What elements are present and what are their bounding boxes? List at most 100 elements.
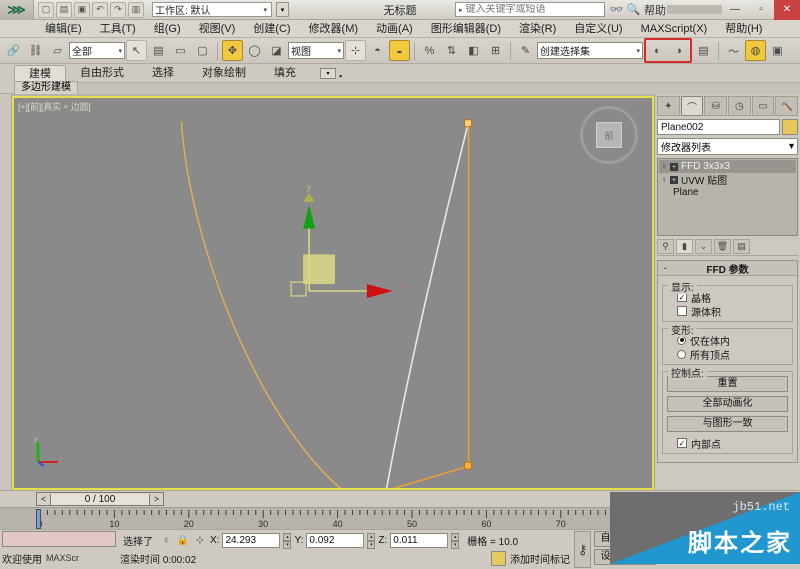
modifier-list-dropdown[interactable]: 修改器列表 ▾ — [657, 138, 798, 155]
bind-to-space-warp-button[interactable]: ▱ — [47, 40, 68, 61]
select-and-move-button[interactable]: ✥ — [222, 40, 243, 61]
menu-item-create[interactable]: 创建(C) — [244, 20, 299, 38]
absolute-relative-toggle-icon[interactable]: ⊹ — [193, 535, 207, 546]
source-volume-checkbox[interactable] — [677, 306, 687, 316]
time-slider[interactable]: < 0 / 100 > — [36, 492, 164, 506]
modifier-stack-item-uvw[interactable]: ♀ + UVW 贴图 — [659, 173, 796, 187]
expand-icon[interactable]: + — [670, 162, 678, 171]
help-menu-label[interactable]: 帮助 — [642, 2, 666, 18]
object-name-field[interactable]: Plane002 — [657, 119, 780, 135]
show-end-result-button[interactable]: ▮ — [676, 239, 693, 254]
workspace-selector[interactable]: 工作区: 默认 ▾ — [152, 2, 272, 17]
search-icon[interactable]: 🔍 — [625, 3, 642, 16]
ribbon-tab-selection[interactable]: 选择 — [138, 65, 188, 81]
maxscript-listener-input[interactable] — [2, 531, 116, 547]
expand-icon[interactable]: + — [670, 175, 678, 184]
view-cube[interactable]: 前 — [580, 106, 638, 164]
animate-all-button[interactable]: 全部动画化 — [667, 396, 788, 412]
select-by-name-button[interactable]: ▤ — [148, 40, 169, 61]
select-and-scale-button[interactable]: ◪ — [266, 40, 287, 61]
modifier-stack-item-ffd[interactable]: ♀ + FFD 3x3x3 — [659, 160, 796, 173]
next-frame-button[interactable]: > — [150, 494, 163, 504]
tab-hierarchy[interactable]: ⛁ — [704, 96, 728, 116]
selection-filter-dropdown[interactable]: 全部 ▾ — [69, 42, 125, 59]
y-spinner[interactable]: ▴ ▾ — [367, 532, 376, 549]
ribbon-tab-modeling[interactable]: 建模 — [14, 65, 66, 81]
ffd-rollout-header[interactable]: - FFD 参数 — [658, 261, 797, 276]
ribbon-subtab-polygon-modeling[interactable]: 多边形建模 — [14, 81, 78, 94]
all-vertices-radio-row[interactable]: 所有顶点 — [667, 347, 788, 362]
layer-manager-button[interactable]: ▤ — [693, 40, 714, 61]
binoculars-icon[interactable]: 👓 — [608, 3, 625, 16]
all-vertices-radio[interactable] — [677, 349, 686, 359]
menu-item-customize[interactable]: 自定义(U) — [565, 20, 631, 38]
undo-button[interactable]: ↶ — [92, 1, 108, 18]
tab-motion[interactable]: ◷ — [728, 96, 751, 116]
ribbon-tab-populate[interactable]: 填充 — [260, 65, 310, 81]
modifier-stack-item-plane[interactable]: Plane — [659, 186, 796, 199]
auto-key-button[interactable]: 自动关键点 — [594, 531, 657, 547]
time-slider-handle[interactable] — [36, 509, 41, 529]
add-time-tag-label[interactable]: 添加时间标记 — [510, 551, 570, 566]
percent-snap-button[interactable]: % — [419, 40, 440, 61]
tab-modify[interactable]: ⌒ — [680, 96, 704, 116]
material-editor-button[interactable]: ◍ — [745, 40, 766, 61]
menu-item-tools[interactable]: 工具(T) — [91, 20, 145, 38]
redo-button[interactable]: ↷ — [110, 1, 126, 18]
track-bar[interactable]: 0102030405060708090100 — [0, 507, 800, 529]
use-pivot-center-button[interactable]: ⊹ — [345, 40, 366, 61]
mirror-button[interactable]: ◧ — [463, 40, 484, 61]
open-file-button[interactable]: ▤ — [56, 1, 72, 18]
y-coordinate-field[interactable]: 0.092 — [306, 532, 365, 548]
menu-item-views[interactable]: 视图(V) — [190, 20, 245, 38]
menu-item-help[interactable]: 帮助(H) — [716, 20, 771, 38]
search-box[interactable]: ▸ — [455, 2, 605, 17]
tab-utilities[interactable]: 🔨 — [775, 96, 799, 116]
menu-item-edit[interactable]: 编辑(E) — [36, 20, 91, 38]
workspace-dropdown-button[interactable]: ▾ — [276, 2, 289, 17]
snap-toggle-button[interactable]: ◓ — [367, 40, 388, 61]
menu-item-graph-editors[interactable]: 图形编辑器(D) — [422, 20, 510, 38]
angle-snap-button[interactable]: ◒ — [389, 40, 410, 61]
menu-item-modifiers[interactable]: 修改器(M) — [300, 20, 368, 38]
x-spinner[interactable]: ▴ ▾ — [283, 532, 292, 549]
ribbon-more-button[interactable]: ▾ — [320, 68, 336, 79]
remove-modifier-button[interactable]: 🗑 — [714, 239, 731, 254]
search-input[interactable] — [465, 4, 604, 15]
curve-editor-button[interactable]: 〜 — [723, 40, 744, 61]
x-coordinate-field[interactable]: 24.293 — [222, 532, 281, 548]
tab-display[interactable]: ▭ — [751, 96, 775, 116]
interior-points-checkbox-row[interactable]: ✓ 内部点 — [667, 436, 788, 451]
key-mode-toggle-button[interactable]: ⚷ — [574, 531, 592, 568]
lock-selection-icon[interactable]: 🔒 — [176, 535, 190, 546]
close-button[interactable]: ✕ — [774, 0, 800, 20]
minimize-button[interactable]: — — [722, 0, 748, 20]
menu-item-animation[interactable]: 动画(A) — [367, 20, 422, 38]
configure-modifier-sets-button[interactable]: ▤ — [733, 239, 750, 254]
make-unique-button[interactable]: ⌄ — [695, 239, 712, 254]
set-key-button[interactable]: 设置关键点 — [594, 549, 657, 565]
modifier-stack[interactable]: ♀ + FFD 3x3x3 ♀ + UVW 贴图 Plane — [657, 158, 798, 236]
edit-named-selection-sets-button[interactable]: ✎ — [515, 40, 536, 61]
ribbon-options-icon[interactable]: ▪ — [339, 71, 342, 81]
selection-mode-dropdown[interactable]: 选定对象 ▾ — [659, 531, 748, 547]
interior-points-checkbox[interactable]: ✓ — [677, 438, 687, 448]
unlink-selection-button[interactable]: ⛓ — [25, 40, 46, 61]
bulb-icon[interactable]: ♀ — [159, 535, 173, 546]
spinner-snap-button[interactable]: ⇅ — [441, 40, 462, 61]
conform-to-shape-button[interactable]: 与图形一致 — [667, 416, 788, 432]
add-time-tag-button[interactable] — [491, 550, 506, 566]
save-file-button[interactable]: ▣ — [74, 1, 90, 18]
maximize-button[interactable]: ▫ — [748, 0, 774, 20]
reference-coordinate-dropdown[interactable]: 视图 ▾ — [288, 42, 344, 59]
pin-stack-button[interactable]: ⚲ — [657, 239, 674, 254]
viewport-label[interactable]: [+][前][真实 + 边面] — [18, 100, 91, 113]
ribbon-tab-object-paint[interactable]: 对象绘制 — [188, 65, 260, 81]
select-and-rotate-button[interactable]: ◯ — [244, 40, 265, 61]
new-scene-button[interactable]: ▢ — [38, 1, 54, 18]
app-logo[interactable]: ⋙ — [0, 0, 34, 20]
select-region-button[interactable]: ▭ — [170, 40, 191, 61]
z-spinner[interactable]: ▴ ▾ — [451, 532, 460, 549]
align-button[interactable]: ⊞ — [485, 40, 506, 61]
key-filters-row[interactable]: ⌁ 关键点过滤器... — [659, 549, 747, 565]
